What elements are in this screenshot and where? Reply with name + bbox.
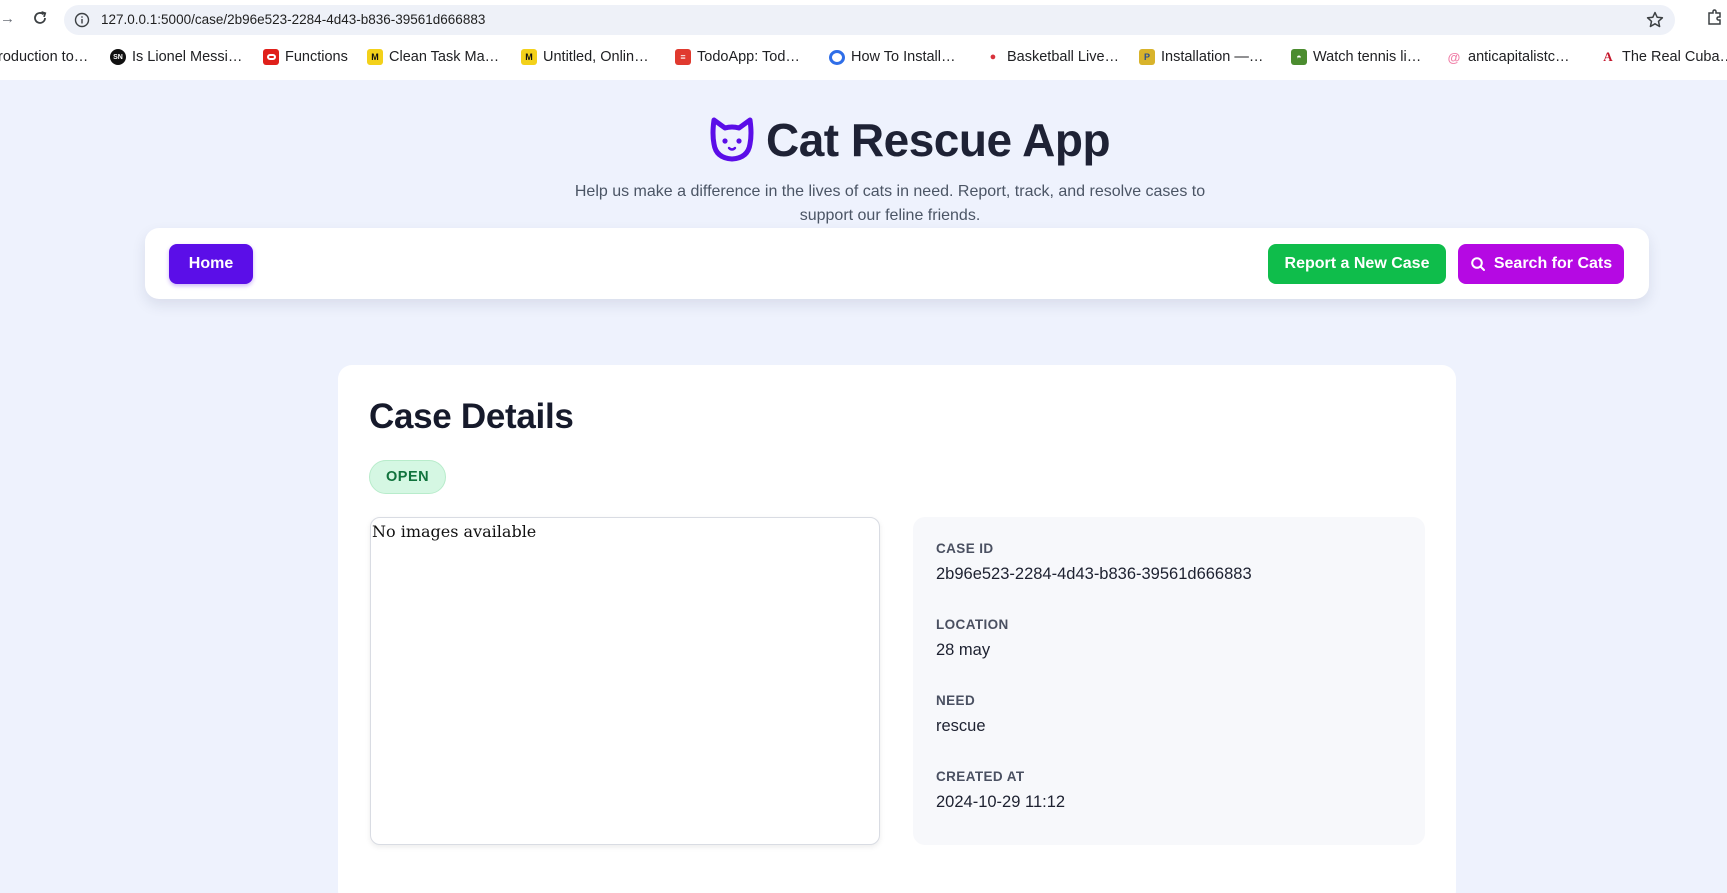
case-id-label: CASE ID <box>936 541 994 556</box>
bookmark-label: Watch tennis li… <box>1313 49 1422 65</box>
location-value: 28 may <box>936 641 991 659</box>
bookmark-label: Basketball Live… <box>1007 49 1120 65</box>
bookmark-item[interactable]: roduction to… <box>0 46 88 68</box>
bookmarks-bar: roduction to… SN Is Lionel Messi… Functi… <box>0 42 1727 72</box>
bookmark-item[interactable]: M Untitled, Onlin… <box>521 46 649 68</box>
bookmark-label: Installation —… <box>1161 49 1264 65</box>
nav-bar: Home Report a New Case Search for Cats <box>145 228 1649 299</box>
swirl-icon: @ <box>1446 49 1462 65</box>
todoist-icon: ≡ <box>675 49 691 65</box>
site-info-icon[interactable] <box>74 12 90 28</box>
m-icon: M <box>521 49 537 65</box>
case-details-panel: CASE ID 2b96e523-2284-4d43-b836-39561d66… <box>913 517 1425 845</box>
bookmark-label: Is Lionel Messi… <box>132 49 243 65</box>
bookmark-item[interactable]: How To Install… <box>829 46 956 68</box>
url-text[interactable]: 127.0.0.1:5000/case/2b96e523-2284-4d43-b… <box>101 12 485 27</box>
page-title: Case Details <box>369 397 574 436</box>
cat-icon <box>710 117 754 162</box>
forward-arrow-icon[interactable]: → <box>0 10 15 27</box>
extensions-icon[interactable] <box>1706 8 1724 26</box>
bookmark-label: How To Install… <box>851 49 956 65</box>
bookmark-item[interactable]: M Clean Task Ma… <box>367 46 499 68</box>
created-at-label: CREATED AT <box>936 769 1025 784</box>
tennis-icon: ◓ <box>1291 49 1307 65</box>
search-cats-button[interactable]: Search for Cats <box>1458 244 1624 284</box>
app-title: Cat Rescue App <box>766 114 1111 166</box>
bookmark-label: Clean Task Ma… <box>389 49 500 65</box>
a-icon: A <box>1600 49 1616 65</box>
case-card: Case Details OPEN No images available CA… <box>338 365 1456 893</box>
ball-icon: ● <box>985 49 1001 65</box>
search-icon <box>1471 257 1485 271</box>
report-case-button[interactable]: Report a New Case <box>1268 244 1446 284</box>
status-badge: OPEN <box>369 460 447 494</box>
bookmark-label: roduction to… <box>0 49 89 65</box>
m-icon: M <box>367 49 383 65</box>
address-row: → 127.0.0.1:5000/case/2b96e523-2284-4d43… <box>0 0 1727 40</box>
bookmark-item[interactable]: SN Is Lionel Messi… <box>110 46 242 68</box>
need-value: rescue <box>936 717 986 735</box>
bookmark-star-icon[interactable] <box>1645 10 1665 30</box>
home-button[interactable]: Home <box>169 244 253 284</box>
bookmark-label: The Real Cuba… <box>1622 49 1727 65</box>
address-bar[interactable]: 127.0.0.1:5000/case/2b96e523-2284-4d43-b… <box>64 5 1675 35</box>
app-header: Cat Rescue App <box>708 110 1111 170</box>
bookmark-item[interactable]: @ anticapitalistc… <box>1446 46 1570 68</box>
bookmark-label: anticapitalistc… <box>1468 49 1570 65</box>
python-icon: P <box>1139 49 1155 65</box>
bookmark-item[interactable]: ◓ Watch tennis li… <box>1291 46 1421 68</box>
reload-icon[interactable] <box>30 8 50 28</box>
bookmark-item[interactable]: Functions <box>263 46 348 68</box>
digitalocean-icon <box>829 49 845 65</box>
app-subtitle: Help us make a difference in the lives o… <box>574 183 1206 224</box>
browser-chrome: → 127.0.0.1:5000/case/2b96e523-2284-4d43… <box>0 0 1727 80</box>
created-at-value: 2024-10-29 11:12 <box>936 793 1066 811</box>
bookmark-label: Untitled, Onlin… <box>543 49 649 65</box>
need-label: NEED <box>936 693 976 708</box>
bookmark-item[interactable]: ● Basketball Live… <box>985 46 1119 68</box>
bookmark-label: Functions <box>285 49 348 65</box>
bookmark-label: TodoApp: Tod… <box>697 49 800 65</box>
case-images-panel: No images available <box>370 517 880 845</box>
bookmark-item[interactable]: ≡ TodoApp: Tod… <box>675 46 800 68</box>
search-cats-label: Search for Cats <box>1493 255 1613 272</box>
sn-icon: SN <box>110 49 126 65</box>
no-images-text: No images available <box>372 522 537 541</box>
oracle-icon <box>263 49 279 65</box>
case-id-value: 2b96e523-2284-4d43-b836-39561d666883 <box>936 565 1252 583</box>
location-label: LOCATION <box>936 617 1009 632</box>
bookmark-item[interactable]: P Installation —… <box>1139 46 1263 68</box>
bookmark-item[interactable]: A The Real Cuba… <box>1600 46 1727 68</box>
